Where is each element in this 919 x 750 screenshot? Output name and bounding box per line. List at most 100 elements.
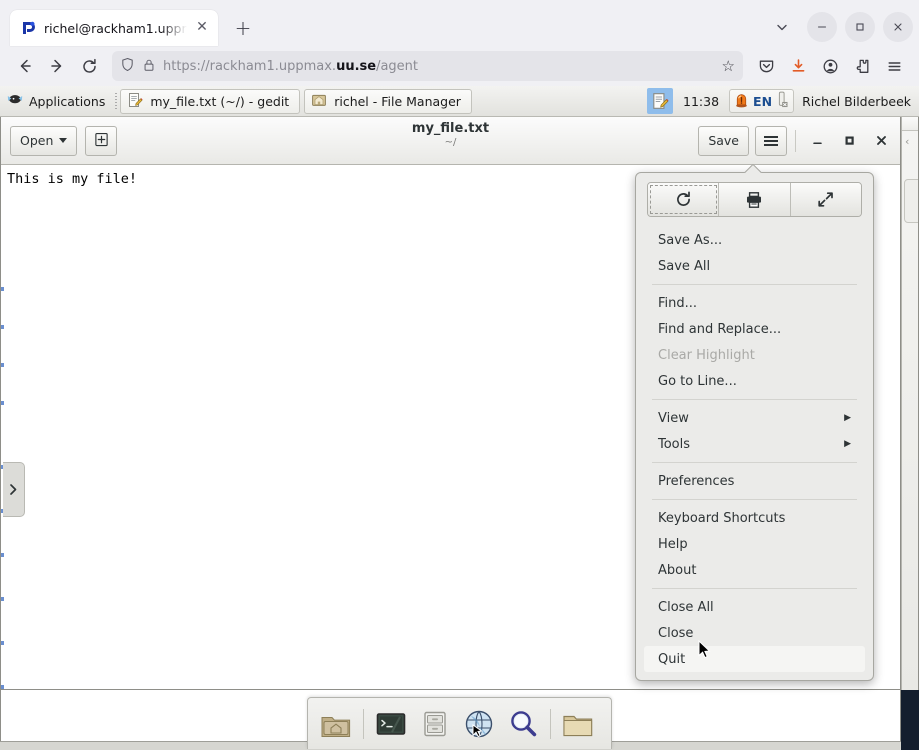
alert-icon[interactable]	[734, 92, 749, 111]
lock-icon[interactable]	[142, 57, 156, 76]
dock-web-browser[interactable]	[459, 704, 499, 744]
browser-tab[interactable]: richel@rackham1.uppma ✕	[10, 10, 218, 46]
firefox-window-controls	[765, 12, 913, 46]
background-window-sliver: ‹	[901, 117, 919, 690]
gedit-tray-icon[interactable]	[647, 88, 674, 114]
panel-system-tray: 11:38 EN Richel Bilderbeek	[647, 88, 919, 114]
print-icon	[747, 191, 762, 208]
dock-separator	[363, 708, 364, 739]
dock-file-manager[interactable]	[415, 704, 455, 744]
file-manager-icon	[311, 92, 327, 111]
pocket-icon[interactable]	[751, 51, 781, 81]
chevron-right-icon	[10, 484, 17, 495]
close-icon[interactable]: ✕	[194, 20, 210, 36]
chevron-down-icon[interactable]	[765, 12, 799, 42]
dock-search[interactable]	[503, 704, 543, 744]
menu-pointer-arrow	[744, 164, 762, 173]
desktop-dock	[307, 697, 612, 749]
shield-icon[interactable]	[120, 57, 135, 76]
menu-item-label: Keyboard Shortcuts	[658, 510, 786, 526]
menu-item-find-and-replace[interactable]: Find and Replace...	[644, 316, 865, 342]
menu-item-save-all[interactable]: Save All	[644, 253, 865, 279]
hamburger-menu-icon	[764, 135, 778, 146]
dock-folder[interactable]	[558, 704, 598, 744]
back-icon[interactable]	[10, 51, 40, 81]
new-tab-button[interactable]: +	[228, 13, 258, 43]
menu-item-about[interactable]: About	[644, 557, 865, 583]
firefox-tab-strip: richel@rackham1.uppma ✕ +	[0, 0, 919, 46]
dock-terminal[interactable]	[371, 704, 411, 744]
menu-toolbar	[647, 182, 862, 217]
keyboard-layout-indicator[interactable]: EN	[729, 89, 795, 113]
applications-menu-label: Applications	[29, 93, 106, 109]
print-button[interactable]	[719, 183, 791, 216]
fullscreen-button[interactable]	[790, 183, 861, 216]
firefox-window: richel@rackham1.uppma ✕ + https://rackha…	[0, 0, 919, 86]
address-bar-text: https://rackham1.uppmax.uu.se/agent	[163, 59, 715, 74]
hamburger-menu-button[interactable]	[755, 125, 787, 156]
reload-button[interactable]	[648, 183, 720, 216]
menu-item-go-to-line[interactable]: Go to Line...	[644, 368, 865, 394]
downloads-icon[interactable]	[783, 51, 813, 81]
reload-icon[interactable]	[74, 51, 104, 81]
side-panel-toggle[interactable]	[3, 462, 25, 517]
account-icon[interactable]	[815, 51, 845, 81]
menu-item-close[interactable]: Close	[644, 620, 865, 646]
gedit-icon	[127, 92, 143, 111]
minimize-button[interactable]	[807, 12, 837, 42]
header-divider	[795, 129, 796, 152]
forward-icon[interactable]	[42, 51, 72, 81]
menu-item-label: Save All	[658, 258, 711, 274]
folder-icon	[563, 715, 593, 736]
menu-separator	[652, 284, 857, 285]
window-close-button[interactable]	[883, 12, 913, 42]
screen-root: richel@rackham1.uppma ✕ + https://rackha…	[0, 0, 919, 750]
menu-item-label: Help	[658, 536, 688, 552]
keyboard-layout-label: EN	[753, 93, 773, 109]
maximize-button[interactable]	[845, 12, 875, 42]
taskbar-window-gedit[interactable]: my_file.txt (~/) - gedit	[120, 88, 301, 114]
menu-item-quit[interactable]: Quit	[644, 646, 865, 672]
panel-username[interactable]: Richel Bilderbeek	[802, 94, 911, 109]
panel-separator	[115, 93, 118, 109]
gedit-maximize-button[interactable]	[836, 128, 862, 154]
gedit-header-right: Save	[698, 125, 894, 156]
document-gutter-marks	[1, 165, 4, 689]
mouse-logo-icon	[6, 91, 24, 112]
taskbar-window-file-manager[interactable]: richel - File Manager	[304, 88, 472, 114]
chevron-left-icon: ‹	[905, 135, 910, 148]
menu-item-close-all[interactable]: Close All	[644, 594, 865, 620]
submenu-arrow-icon: ▶	[844, 413, 851, 423]
url-prefix: https://rackham1.uppmax.	[163, 58, 337, 74]
menu-item-tools[interactable]: Tools ▶	[644, 431, 865, 457]
menu-item-preferences[interactable]: Preferences	[644, 468, 865, 494]
panel-clock[interactable]: 11:38	[681, 94, 721, 109]
dock-home-folder[interactable]	[316, 704, 356, 744]
globe-icon	[465, 710, 493, 737]
app-menu-icon[interactable]	[879, 51, 909, 81]
xfce-panel: Applications my_file.txt (~/) - gedit ri…	[0, 86, 919, 117]
bookmark-star-icon[interactable]: ☆	[722, 57, 735, 75]
home-folder-icon	[321, 716, 351, 737]
open-button[interactable]: Open	[10, 125, 78, 156]
save-button-label: Save	[708, 133, 739, 148]
extensions-icon[interactable]	[847, 51, 877, 81]
applications-menu-button[interactable]: Applications	[0, 88, 112, 115]
browser-tab-title: richel@rackham1.uppma	[44, 20, 187, 36]
gedit-minimize-button[interactable]	[804, 128, 830, 154]
menu-item-help[interactable]: Help	[644, 531, 865, 557]
menu-item-view[interactable]: View ▶	[644, 405, 865, 431]
menu-item-label: Clear Highlight	[658, 347, 755, 363]
save-button[interactable]: Save	[698, 125, 749, 156]
gedit-close-button[interactable]	[868, 128, 894, 154]
menu-item-label: Find and Replace...	[658, 321, 782, 337]
menu-item-label: Quit	[658, 651, 686, 667]
removable-device-icon[interactable]	[776, 91, 789, 111]
new-document-button[interactable]	[85, 125, 118, 156]
menu-item-keyboard-shortcuts[interactable]: Keyboard Shortcuts	[644, 505, 865, 531]
magnifier-icon	[511, 710, 537, 736]
address-bar[interactable]: https://rackham1.uppmax.uu.se/agent ☆	[112, 51, 743, 81]
menu-item-save-as[interactable]: Save As...	[644, 227, 865, 253]
menu-item-find[interactable]: Find...	[644, 290, 865, 316]
dock-separator	[550, 708, 551, 739]
